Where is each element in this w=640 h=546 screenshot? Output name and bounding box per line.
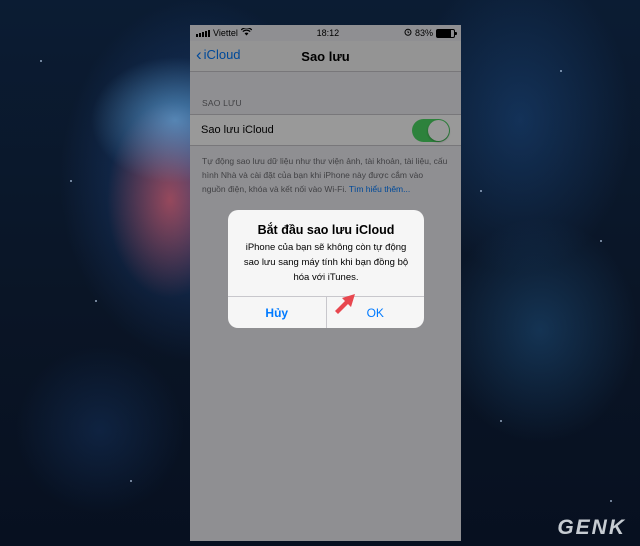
watermark-logo: GENK: [557, 516, 626, 539]
alert-button-bar: Hủy OK: [228, 296, 424, 328]
alert-title: Bắt đầu sao lưu iCloud: [257, 223, 395, 237]
phone-screen: Viettel 18:12 83% ‹ iCloud Sao lưu SAO L…: [190, 25, 461, 541]
alert-message: iPhone của bạn sẽ không còn tự động sao …: [243, 242, 409, 283]
alert-dialog: Bắt đầu sao lưu iCloud iPhone của bạn sẽ…: [228, 210, 424, 328]
pointer-arrow-icon: [335, 294, 355, 314]
cancel-button[interactable]: Hủy: [228, 297, 327, 328]
